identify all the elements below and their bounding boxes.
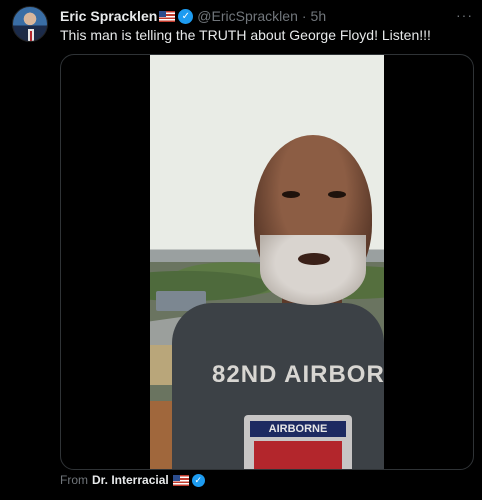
from-prefix: From — [60, 473, 88, 487]
tweet-header: Eric Spracklen ✓ @EricSpracklen · 5h — [60, 7, 326, 25]
more-options-icon[interactable]: ··· — [456, 7, 473, 23]
person-right-eye — [328, 191, 346, 198]
video-frame[interactable]: 82ND AIRBORN AIRBORNE — [150, 55, 384, 469]
author-handle[interactable]: @EricSpracklen — [197, 8, 298, 24]
speaker-person: 82ND AIRBORN AIRBORNE — [172, 135, 384, 469]
video-media[interactable]: 82ND AIRBORN AIRBORNE — [60, 54, 474, 470]
tweet-text: This man is telling the TRUTH about Geor… — [60, 27, 431, 43]
author-name[interactable]: Eric Spracklen — [60, 8, 157, 24]
patch-label: AIRBORNE — [250, 421, 346, 437]
patch-red-area — [254, 441, 342, 469]
us-flag-icon — [159, 10, 176, 22]
separator-dot: · — [301, 8, 307, 24]
source-account-name[interactable]: Dr. Interracial — [92, 473, 169, 487]
verified-badge-icon[interactable]: ✓ — [178, 8, 194, 24]
shirt-print-text: 82ND AIRBORN — [212, 361, 384, 388]
person-beard — [260, 235, 366, 305]
verified-badge-icon: ✓ — [191, 473, 205, 487]
us-flag-icon — [172, 474, 189, 486]
avatar-tie — [30, 31, 32, 41]
video-source-attribution: From Dr. Interracial ✓ — [60, 473, 205, 487]
airborne-patch: AIRBORNE — [244, 415, 352, 469]
person-left-eye — [282, 191, 300, 198]
author-avatar[interactable] — [12, 6, 48, 42]
tweet[interactable]: Eric Spracklen ✓ @EricSpracklen · 5h ···… — [0, 0, 482, 500]
person-mouth — [298, 253, 330, 265]
tweet-timestamp[interactable]: 5h — [311, 8, 327, 24]
